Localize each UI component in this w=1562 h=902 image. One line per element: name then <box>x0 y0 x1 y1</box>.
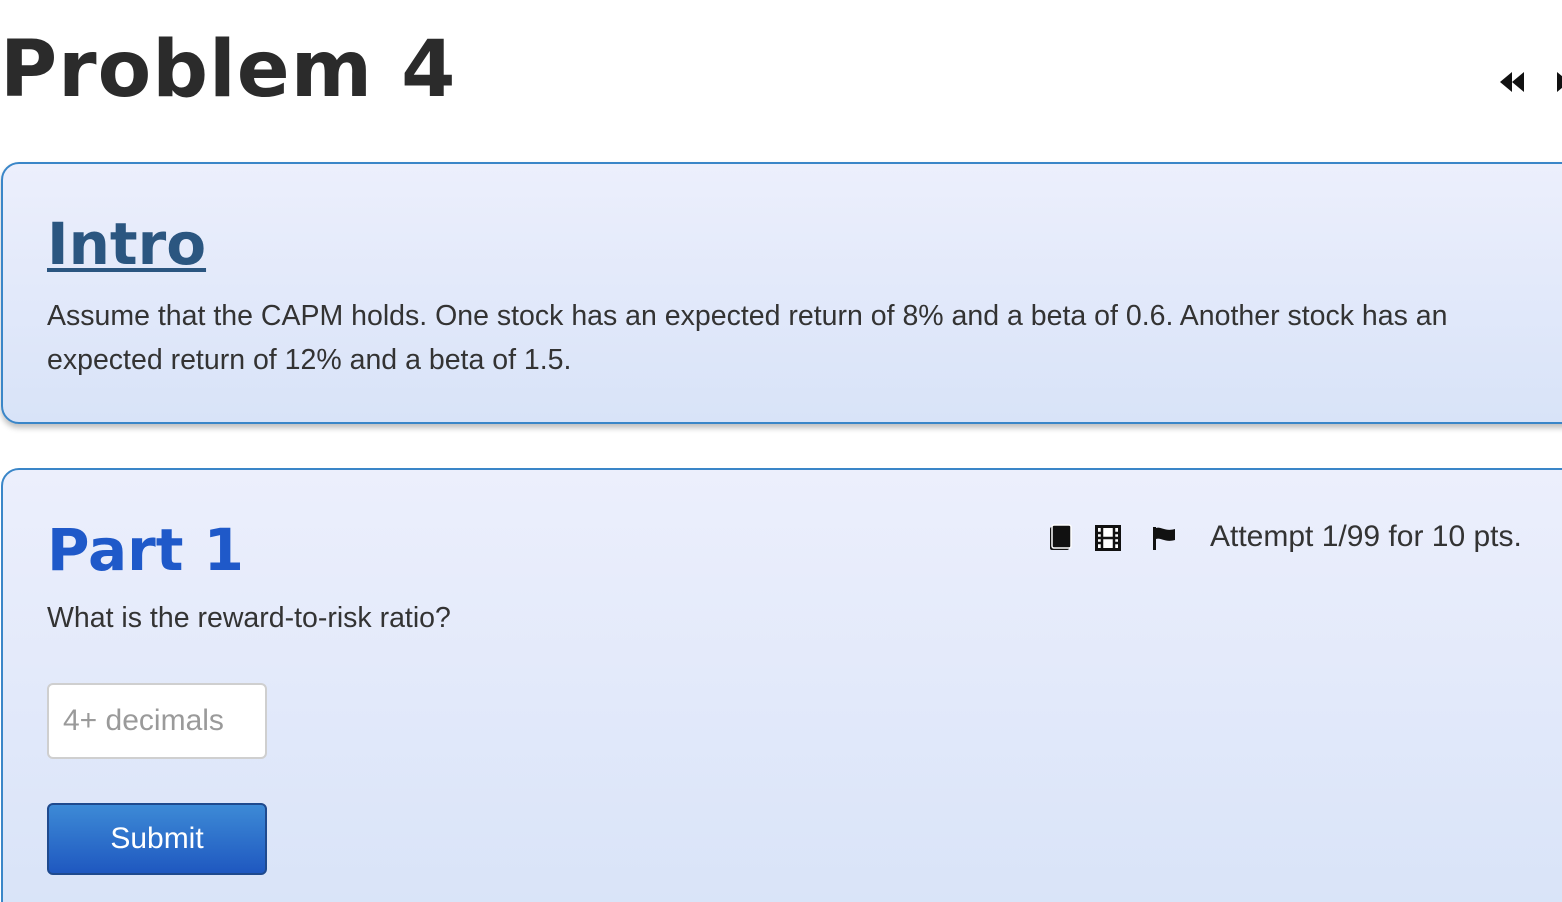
submit-button[interactable]: Submit <box>47 803 267 875</box>
flag-icon[interactable] <box>1151 525 1177 551</box>
intro-card: Intro Assume that the CAPM holds. One st… <box>1 162 1562 424</box>
intro-text: Assume that the CAPM holds. One stock ha… <box>47 300 1448 376</box>
page: Problem 4 Intro Assume that the CAPM hol… <box>0 0 1562 902</box>
answer-input[interactable] <box>47 683 267 759</box>
part-heading: Part 1 <box>47 516 244 584</box>
intro-heading[interactable]: Intro <box>47 208 206 280</box>
problem-title: Problem 4 <box>0 25 457 115</box>
question-text: What is the reward-to-risk ratio? <box>47 602 451 634</box>
double-chevron-left-icon[interactable] <box>1496 66 1528 98</box>
part-tools <box>1047 518 1177 558</box>
attempt-counter: Attempt 1/99 for 10 pts. <box>1210 520 1522 553</box>
part-card: Part 1 Attempt 1/99 for 10 pts. What is … <box>1 468 1562 902</box>
book-icon[interactable] <box>1047 524 1073 552</box>
chevron-right-icon[interactable] <box>1553 66 1562 98</box>
film-icon[interactable] <box>1095 525 1121 551</box>
